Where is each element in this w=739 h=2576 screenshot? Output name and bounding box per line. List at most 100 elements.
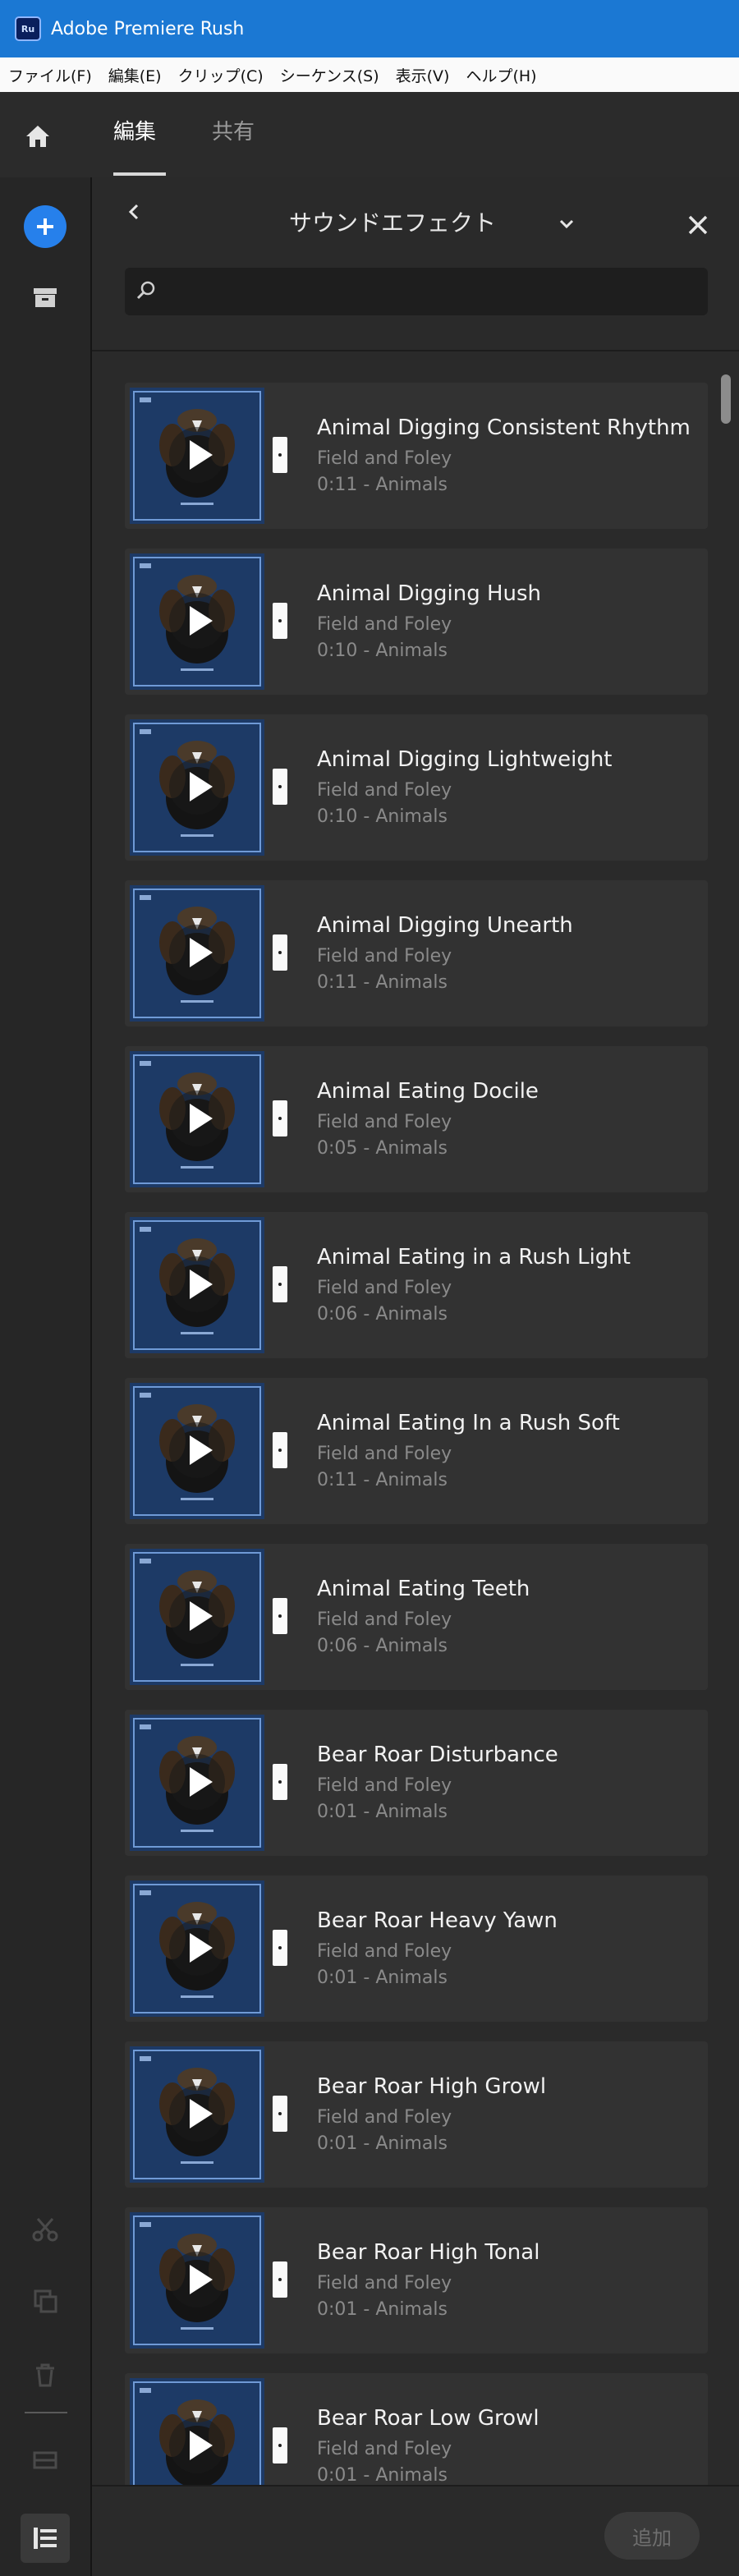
app-logo: Ru xyxy=(15,16,41,41)
effect-thumbnail[interactable] xyxy=(130,2378,264,2485)
sound-effect-item[interactable]: Bear Roar High Tonal Field and Foley 0:01 … xyxy=(125,2207,708,2353)
play-icon[interactable] xyxy=(168,1089,227,1148)
more-options-button[interactable] xyxy=(273,1266,287,1302)
sound-effect-item[interactable]: Bear Roar Disturbance Field and Foley 0:01… xyxy=(125,1710,708,1856)
add-media-button[interactable] xyxy=(24,205,67,248)
effect-source: Field and Foley xyxy=(317,2439,452,2459)
play-icon[interactable] xyxy=(168,425,227,484)
play-icon[interactable] xyxy=(168,2084,227,2143)
scrollbar-thumb[interactable] xyxy=(721,374,731,424)
archive-icon xyxy=(34,288,57,307)
window-titlebar: Ru Adobe Premiere Rush xyxy=(0,0,739,57)
more-options-button[interactable] xyxy=(273,437,287,473)
effect-thumbnail[interactable] xyxy=(130,1549,264,1685)
effect-thumbnail[interactable] xyxy=(130,1217,264,1353)
sound-effect-item[interactable]: Animal Digging Lightweight Field and Fole… xyxy=(125,714,708,861)
menu-view[interactable]: 表示(V) xyxy=(396,64,450,86)
dot-icon xyxy=(278,2112,282,2115)
play-icon[interactable] xyxy=(168,2250,227,2309)
play-icon[interactable] xyxy=(168,1255,227,1314)
more-options-button[interactable] xyxy=(273,1432,287,1468)
effect-duration-category: 0:10 - Animals xyxy=(317,806,448,827)
more-options-button[interactable] xyxy=(273,2427,287,2464)
sound-effect-item[interactable]: Animal Eating Teeth Field and Foley 0:06 -… xyxy=(125,1544,708,1690)
play-icon[interactable] xyxy=(168,1918,227,1977)
menu-edit[interactable]: 編集(E) xyxy=(108,64,162,86)
effect-source: Field and Foley xyxy=(317,614,452,635)
play-icon[interactable] xyxy=(168,757,227,816)
menu-help[interactable]: ヘルプ(H) xyxy=(466,64,536,86)
duplicate-button[interactable] xyxy=(24,2280,67,2322)
sound-effect-item[interactable]: Bear Roar Heavy Yawn Field and Foley 0:01 … xyxy=(125,1876,708,2022)
tab-share[interactable]: 共有 xyxy=(212,115,255,145)
sound-effect-item[interactable]: Animal Digging Hush Field and Foley 0:10 -… xyxy=(125,549,708,695)
sound-effect-item[interactable]: Bear Roar Low Growl Field and Foley 0:01 -… xyxy=(125,2373,708,2485)
effect-thumbnail[interactable] xyxy=(130,388,264,524)
effect-title: Bear Roar Disturbance xyxy=(317,1743,558,1767)
back-button[interactable] xyxy=(117,194,153,230)
effect-duration-category: 0:11 - Animals xyxy=(317,1470,448,1490)
effect-source: Field and Foley xyxy=(317,2273,452,2294)
more-options-button[interactable] xyxy=(273,1598,287,1634)
sound-effect-item[interactable]: Animal Digging Consistent Rhythm Field an… xyxy=(125,383,708,529)
panel-title[interactable]: サウンドエフェクト xyxy=(289,205,496,238)
more-options-button[interactable] xyxy=(273,769,287,805)
more-options-button[interactable] xyxy=(273,603,287,639)
sound-effect-item[interactable]: Animal Eating Docile Field and Foley 0:05 … xyxy=(125,1046,708,1192)
home-button[interactable] xyxy=(18,117,57,156)
home-icon xyxy=(26,126,49,147)
play-icon[interactable] xyxy=(168,2416,227,2475)
effect-thumbnail[interactable] xyxy=(130,885,264,1022)
close-button[interactable] xyxy=(680,207,716,243)
layout-button[interactable] xyxy=(24,2439,67,2482)
effect-thumbnail[interactable] xyxy=(130,2046,264,2183)
split-button[interactable] xyxy=(24,2208,67,2251)
timeline-toggle-button[interactable] xyxy=(21,2514,70,2563)
duplicate-icon xyxy=(34,2289,57,2313)
sound-effects-list[interactable]: Animal Digging Consistent Rhythm Field an… xyxy=(125,383,708,2485)
delete-button[interactable] xyxy=(24,2353,67,2396)
search-icon xyxy=(136,281,155,300)
dot-icon xyxy=(278,619,282,622)
effect-duration-category: 0:10 - Animals xyxy=(317,641,448,661)
menu-file[interactable]: ファイル(F) xyxy=(8,64,92,86)
category-dropdown-button[interactable] xyxy=(550,207,583,240)
play-icon[interactable] xyxy=(168,591,227,650)
more-options-button[interactable] xyxy=(273,1930,287,1966)
effect-thumbnail[interactable] xyxy=(130,1383,264,1519)
effect-title: Animal Digging Hush xyxy=(317,581,542,606)
sound-effect-item[interactable]: Bear Roar High Growl Field and Foley 0:01 … xyxy=(125,2041,708,2188)
play-icon[interactable] xyxy=(168,1421,227,1480)
play-icon[interactable] xyxy=(168,1586,227,1646)
search-input[interactable] xyxy=(164,268,701,317)
more-options-button[interactable] xyxy=(273,1100,287,1136)
trash-icon xyxy=(36,2363,54,2387)
more-options-button[interactable] xyxy=(273,2096,287,2132)
sound-effect-item[interactable]: Animal Eating in a Rush Light Field and F… xyxy=(125,1212,708,1358)
effect-thumbnail[interactable] xyxy=(130,553,264,690)
effect-thumbnail[interactable] xyxy=(130,1051,264,1187)
sound-effect-item[interactable]: Animal Digging Unearth Field and Foley 0:1… xyxy=(125,880,708,1026)
sidebar-divider xyxy=(25,2412,67,2413)
project-button[interactable] xyxy=(24,276,67,319)
menu-clip[interactable]: クリップ(C) xyxy=(178,64,264,86)
effect-title: Bear Roar High Growl xyxy=(317,2074,547,2099)
effect-title: Bear Roar Low Growl xyxy=(317,2406,539,2431)
effect-thumbnail[interactable] xyxy=(130,1715,264,1851)
active-tab-indicator xyxy=(113,172,166,176)
more-options-button[interactable] xyxy=(273,1764,287,1800)
effect-duration-category: 0:06 - Animals xyxy=(317,1304,448,1325)
tab-edit[interactable]: 編集 xyxy=(113,115,156,145)
play-icon[interactable] xyxy=(168,923,227,982)
effect-thumbnail[interactable] xyxy=(130,719,264,856)
more-options-button[interactable] xyxy=(273,934,287,971)
more-options-button[interactable] xyxy=(273,2261,287,2298)
sound-effect-item[interactable]: Animal Eating In a Rush Soft Field and Fo… xyxy=(125,1378,708,1524)
effect-thumbnail[interactable] xyxy=(130,1880,264,2017)
add-button[interactable]: 追加 xyxy=(604,2512,700,2560)
menubar: ファイル(F) 編集(E) クリップ(C) シーケンス(S) 表示(V) ヘルプ… xyxy=(0,57,739,92)
effect-thumbnail[interactable] xyxy=(130,2212,264,2349)
effect-source: Field and Foley xyxy=(317,1444,452,1464)
play-icon[interactable] xyxy=(168,1752,227,1811)
menu-sequence[interactable]: シーケンス(S) xyxy=(280,64,379,86)
